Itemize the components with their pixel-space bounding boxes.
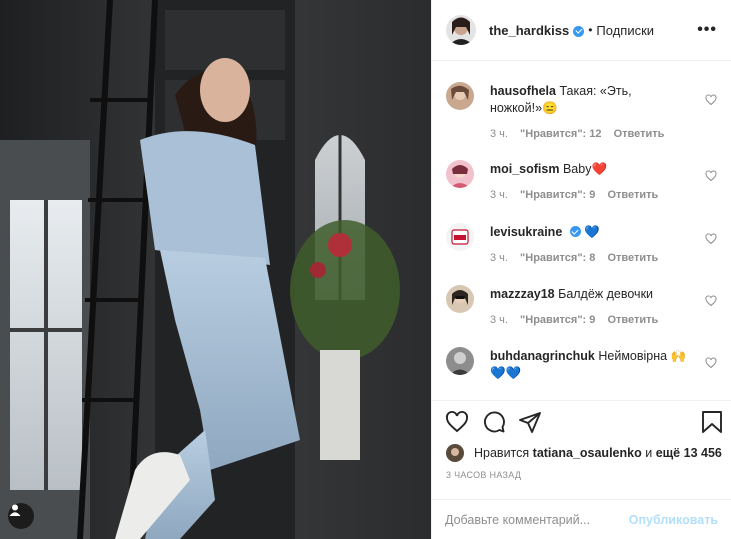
comment-meta: 3 ч. "Нравится": 8 Ответить: [490, 252, 667, 264]
verified-icon: [569, 226, 581, 237]
follow-button[interactable]: Подписки: [596, 23, 654, 38]
user-tag-icon[interactable]: [8, 503, 34, 529]
comment-likes[interactable]: "Нравится": 9: [520, 189, 595, 201]
likes-prefix: Нравится: [474, 446, 530, 460]
post-image: [0, 0, 431, 539]
comment-heart-icon[interactable]: [705, 295, 717, 307]
comment-likes[interactable]: "Нравится": 9: [520, 314, 595, 326]
comment-heart-icon[interactable]: [705, 357, 717, 369]
comment-item: buhdanagrinchuk Неймовірна 🙌💙💙: [446, 347, 717, 397]
comment-body: Балдёж девочки: [558, 287, 654, 301]
commenter-avatar[interactable]: [446, 160, 474, 188]
commenter-avatar[interactable]: [446, 223, 474, 251]
comment-text: buhdanagrinchuk Неймовірна 🙌💙💙: [490, 348, 690, 382]
comment-item: hausofhela Такая: «Эть, ножкой!»😑 3 ч. "…: [446, 82, 717, 152]
reply-button[interactable]: Ответить: [607, 314, 658, 326]
likes-count[interactable]: ещё 13 456: [656, 446, 722, 460]
comment-input[interactable]: Добавьте комментарий...: [445, 513, 629, 527]
post-header: the_hardkiss • Подписки •••: [432, 0, 731, 61]
separator-dot: •: [588, 23, 593, 37]
comment-text: moi_sofism Baby❤️: [490, 161, 690, 178]
post-actions: Нравится tatiana_osaulenko и ещё 13 456 …: [432, 400, 731, 539]
comment-meta: 3 ч. "Нравится": 9 Ответить: [490, 314, 667, 326]
comment-item: levisukraine 💙 3 ч. "Нравится": 8 Ответи…: [446, 223, 717, 273]
liker-username[interactable]: tatiana_osaulenko: [533, 446, 642, 460]
liker-avatar[interactable]: [446, 444, 464, 462]
verified-icon: [573, 25, 585, 37]
action-icons: [445, 410, 725, 434]
commenter-avatar[interactable]: [446, 347, 474, 375]
comment-heart-icon[interactable]: [705, 233, 717, 245]
share-icon[interactable]: [518, 410, 542, 434]
comment-icon[interactable]: [482, 410, 506, 434]
comment-username[interactable]: hausofhela: [490, 84, 556, 98]
comment-time[interactable]: 3 ч.: [490, 314, 508, 326]
comment-body: 💙: [584, 225, 600, 239]
add-comment-bar: Добавьте комментарий... Опубликовать: [432, 499, 731, 539]
likes-conj: и: [645, 446, 653, 460]
comment-heart-icon[interactable]: [705, 170, 717, 182]
comment-username[interactable]: mazzzay18: [490, 287, 555, 301]
reply-button[interactable]: Ответить: [607, 189, 658, 201]
comment-body: Baby❤️: [562, 162, 608, 176]
comment-meta: 3 ч. "Нравится": 12 Ответить: [490, 128, 673, 140]
comment-item: mazzzay18 Балдёж девочки 3 ч. "Нравится"…: [446, 285, 717, 335]
bookmark-icon[interactable]: [701, 410, 723, 434]
publish-button[interactable]: Опубликовать: [629, 513, 718, 527]
post-timestamp[interactable]: 3 ЧАСОВ НАЗАД: [446, 470, 521, 480]
comment-username[interactable]: moi_sofism: [490, 162, 559, 176]
more-icon[interactable]: •••: [697, 21, 717, 39]
comment-text: hausofhela Такая: «Эть, ножкой!»😑: [490, 83, 690, 117]
comment-likes[interactable]: "Нравится": 8: [520, 252, 595, 264]
comment-username[interactable]: buhdanagrinchuk: [490, 349, 595, 363]
comment-time[interactable]: 3 ч.: [490, 128, 508, 140]
comment-likes[interactable]: "Нравится": 12: [520, 128, 601, 140]
post-sidebar: the_hardkiss • Подписки ••• hausofhela Т…: [431, 0, 731, 539]
comment-text: levisukraine 💙: [490, 224, 690, 241]
post-photo[interactable]: [0, 0, 431, 539]
reply-button[interactable]: Ответить: [607, 252, 658, 264]
comment-item: moi_sofism Baby❤️ 3 ч. "Нравится": 9 Отв…: [446, 160, 717, 210]
comment-meta: 3 ч. "Нравится": 9 Ответить: [490, 189, 667, 201]
comment-username[interactable]: levisukraine: [490, 225, 562, 239]
comment-heart-icon[interactable]: [705, 94, 717, 106]
commenter-avatar[interactable]: [446, 82, 474, 110]
author-avatar[interactable]: [446, 15, 476, 45]
commenter-avatar[interactable]: [446, 285, 474, 313]
author-username[interactable]: the_hardkiss: [489, 23, 569, 38]
comment-time[interactable]: 3 ч.: [490, 252, 508, 264]
heart-icon[interactable]: [445, 410, 469, 434]
likes-summary: Нравится tatiana_osaulenko и ещё 13 456: [446, 444, 722, 462]
comment-text: mazzzay18 Балдёж девочки: [490, 286, 690, 303]
comments-list[interactable]: hausofhela Такая: «Эть, ножкой!»😑 3 ч. "…: [432, 62, 731, 400]
reply-button[interactable]: Ответить: [614, 128, 665, 140]
comment-time[interactable]: 3 ч.: [490, 189, 508, 201]
